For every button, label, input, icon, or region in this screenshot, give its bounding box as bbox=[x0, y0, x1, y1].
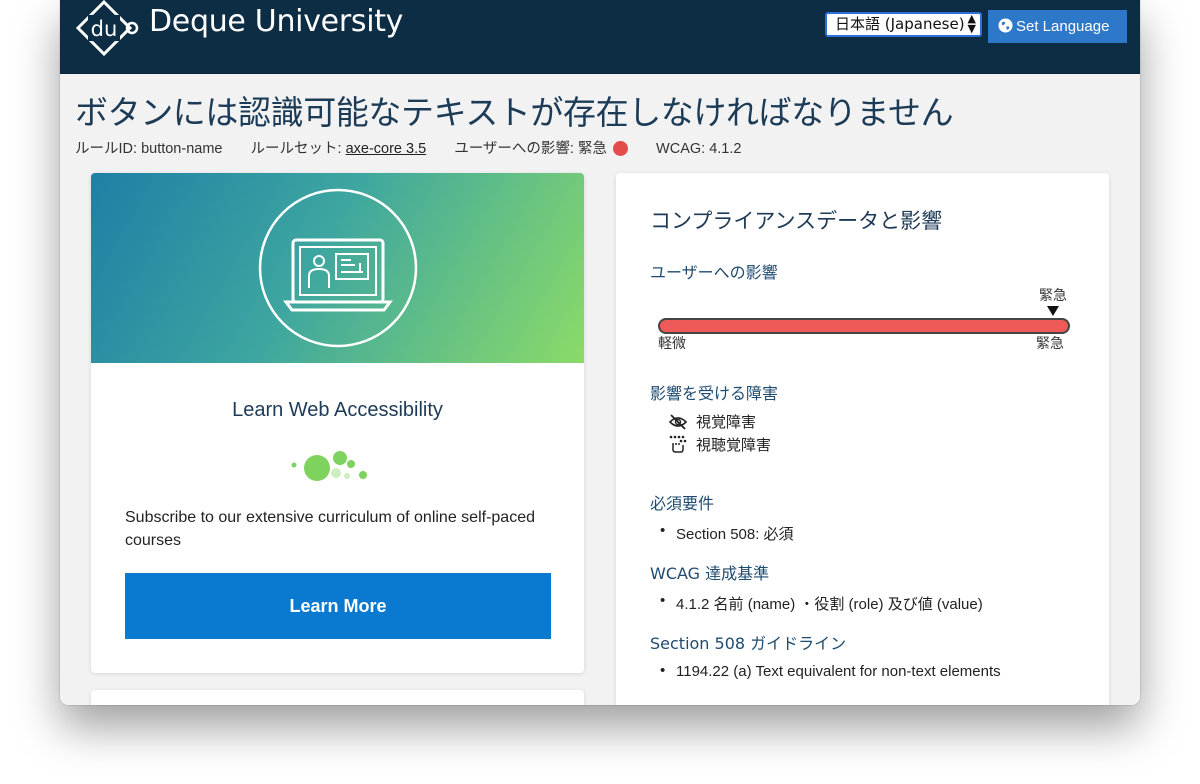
wcag-item[interactable]: 4.1.2 名前 (name) ・役割 (role) 及び値 (value) bbox=[660, 592, 983, 614]
impact-heading: ユーザーへの影響 bbox=[650, 263, 778, 282]
wcag-heading: WCAG 達成基準 bbox=[650, 564, 770, 583]
compliance-card: コンプライアンスデータと影響 ユーザーへの影響 緊急 軽微 緊急 影響を受ける障… bbox=[616, 173, 1109, 705]
eye-slash-icon bbox=[668, 414, 688, 430]
promo-description: Subscribe to our extensive curriculum of… bbox=[125, 509, 535, 549]
promo-card: Learn Web Accessibility Subscribe to our… bbox=[91, 173, 584, 673]
impact-scale-bar bbox=[658, 318, 1070, 334]
compliance-title: コンプライアンスデータと影響 bbox=[650, 209, 943, 233]
impact-scale-max: 緊急 bbox=[1036, 336, 1064, 352]
set-language-button[interactable]: Set Language bbox=[988, 10, 1127, 43]
wcag-ref: WCAG: 4.1.2 bbox=[656, 141, 742, 157]
language-select-value: 日本語 (Japanese) bbox=[835, 15, 965, 33]
page-title: ボタンには認識可能なテキストが存在しなければなりません bbox=[75, 93, 954, 132]
logo-text: du bbox=[91, 17, 118, 41]
section508-heading: Section 508 ガイドライン bbox=[650, 634, 847, 653]
promo-hero bbox=[91, 173, 584, 363]
rule-id: ルールID: button-name bbox=[75, 141, 223, 157]
deque-logo-icon[interactable]: du bbox=[74, 0, 142, 56]
disability-label: 視聴覚障害 bbox=[696, 436, 772, 454]
ruleset-link[interactable]: axe-core 3.5 bbox=[346, 141, 427, 157]
laptop-course-icon bbox=[258, 188, 418, 348]
impact-critical-icon bbox=[613, 141, 628, 156]
browser-window: du Deque University 日本語 (Japanese) ▲ ▼ Se… bbox=[60, 0, 1140, 705]
learn-more-button[interactable]: Learn More bbox=[125, 573, 551, 639]
user-impact: ユーザーへの影響: 緊急 bbox=[454, 141, 628, 157]
requirement-item: Section 508: 必須 bbox=[660, 522, 794, 544]
site-header: du Deque University 日本語 (Japanese) ▲ ▼ Se… bbox=[60, 0, 1140, 74]
impact-marker-label: 緊急 bbox=[1039, 288, 1067, 304]
disabilities-heading: 影響を受ける障害 bbox=[650, 384, 779, 403]
section508-item[interactable]: 1194.22 (a) Text equivalent for non-text… bbox=[660, 662, 1001, 680]
disability-label: 視覚障害 bbox=[696, 413, 757, 431]
secondary-card bbox=[91, 690, 584, 705]
braille-hand-icon bbox=[669, 435, 687, 453]
promo-title: Learn Web Accessibility bbox=[232, 399, 443, 421]
rule-meta: ルールID: button-name ルールセット: axe-core 3.5 … bbox=[75, 137, 765, 158]
disability-blind: 視覚障害 bbox=[668, 411, 756, 432]
set-language-label: Set Language bbox=[1016, 18, 1110, 35]
disability-deafblind: 視聴覚障害 bbox=[668, 434, 771, 455]
impact-scale-min: 軽微 bbox=[658, 336, 686, 352]
ruleset: ルールセット: axe-core 3.5 bbox=[250, 141, 427, 157]
language-select[interactable]: 日本語 (Japanese) ▲ ▼ bbox=[825, 12, 982, 37]
select-arrows-icon: ▲ ▼ bbox=[967, 12, 976, 35]
globe-icon bbox=[998, 18, 1013, 33]
brand-name[interactable]: Deque University bbox=[149, 4, 403, 39]
requirements-heading: 必須要件 bbox=[650, 494, 715, 513]
impact-marker-icon bbox=[1047, 306, 1059, 316]
decorative-dots-icon bbox=[291, 451, 367, 481]
